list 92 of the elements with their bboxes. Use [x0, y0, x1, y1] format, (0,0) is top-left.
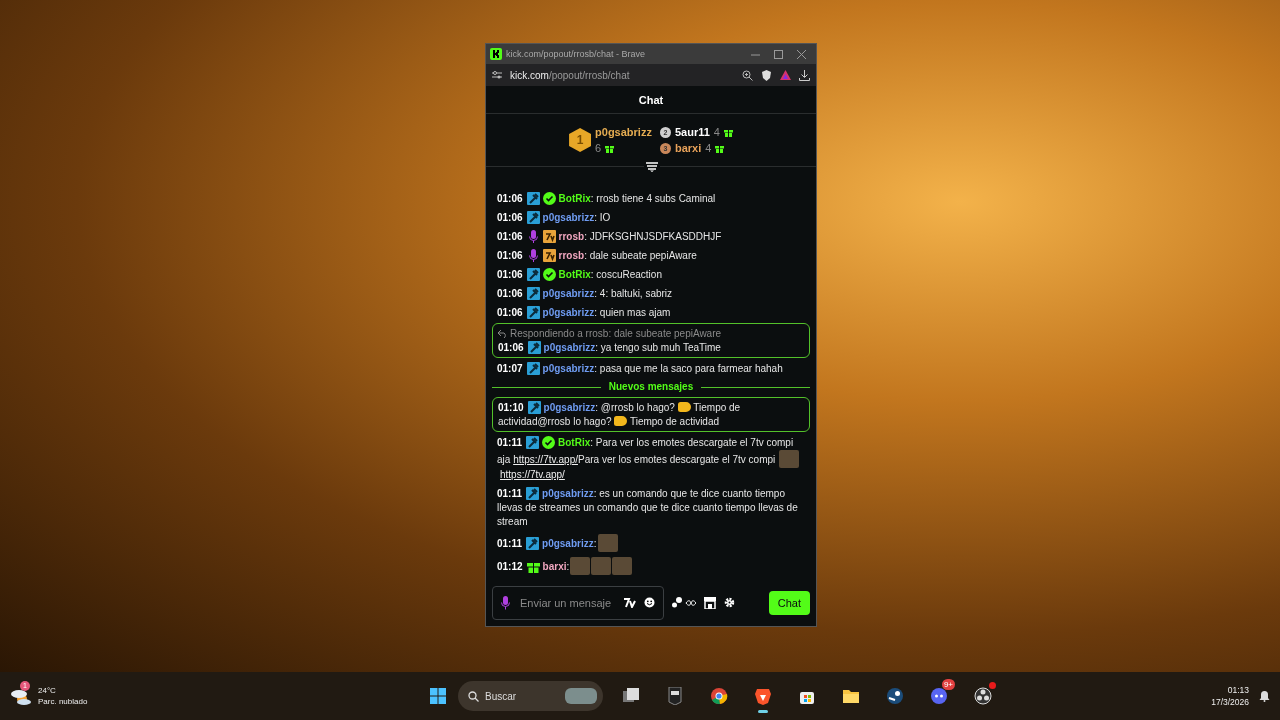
- username[interactable]: barxi: [674, 142, 702, 154]
- notification-badge: 9+: [941, 679, 955, 690]
- chat-message: 01:12 barxi:: [497, 557, 805, 575]
- chat-message: 01:06 p0gsabrizz: IO: [497, 211, 612, 225]
- gift-count: 4: [705, 142, 712, 154]
- moderator-badge-icon: [526, 192, 540, 205]
- chat-message: 01:06 p0gsabrizz: quien mas ajam: [497, 306, 672, 320]
- close-icon[interactable]: [797, 49, 806, 59]
- microphone-badge-icon: [526, 249, 540, 262]
- moderator-badge-icon: [526, 287, 540, 300]
- chat-message: 01:07 p0gsabrizz: pasa que me la saco para farmear hahah: [497, 362, 784, 376]
- emote-image: [570, 557, 591, 575]
- microphone-badge-icon: [526, 230, 540, 243]
- rank-badge: 1: [569, 128, 592, 152]
- smiley-icon[interactable]: [644, 597, 655, 608]
- verified-badge-icon: [542, 436, 556, 449]
- chat-message: 01:06 p0gsabrizz: 4: baltuki, sabriz: [497, 287, 674, 301]
- moderator-badge-icon: [527, 401, 541, 414]
- moderator-badge-icon: [526, 362, 540, 375]
- search-field[interactable]: Buscar: [458, 681, 603, 711]
- k-logo-icon: [490, 48, 502, 60]
- chat-title: Chat: [486, 86, 816, 114]
- emote-image: [597, 534, 618, 552]
- triangle-icon[interactable]: [780, 70, 791, 80]
- gift-count: 4: [713, 126, 720, 138]
- zoom-icon[interactable]: [742, 69, 753, 81]
- weather-condition: Parc. nublado: [38, 696, 88, 707]
- moderator-badge-icon: [526, 306, 540, 319]
- search-highlight-picture: [565, 688, 597, 704]
- folder-icon: [842, 687, 860, 705]
- maximize-icon[interactable]: [774, 49, 783, 59]
- moderator-badge-icon: [526, 268, 540, 281]
- hand-emoji: [614, 416, 628, 426]
- chat-message: 01:11 p0gsabrizz:: [497, 534, 805, 552]
- username[interactable]: p0gsabrizz: [595, 126, 652, 138]
- gift-icon: [605, 143, 615, 153]
- settings-icon[interactable]: [724, 597, 735, 608]
- chat-message: 01:11 p0gsabrizz: es un comando que te dice cuanto tiempo llevas de streames un comando que te dice cuanto tiempo llevas de stream: [497, 487, 799, 529]
- chat-message: 01:06 rrosb: JDFKSGHNJSDFKASDDHJF: [497, 230, 723, 244]
- emote-image: [612, 557, 633, 575]
- gift-icon: [715, 143, 725, 153]
- gamepad-face-icon: [930, 687, 948, 705]
- chat-message: 01:10 p0gsabrizz: @rrosb lo hago? Tiempo de actividad@rrosb lo hago? Tiempo de actividad: [498, 401, 742, 429]
- reply-icon: [498, 330, 507, 338]
- emote-image: [779, 450, 800, 468]
- temperature: 24°C: [38, 685, 57, 696]
- collapse-icon[interactable]: [646, 162, 658, 172]
- verified-badge-icon: [542, 192, 556, 205]
- store-icon[interactable]: [704, 596, 716, 609]
- send-button[interactable]: Chat: [768, 590, 810, 615]
- moderator-badge-icon: [526, 211, 540, 224]
- chat-message: 01:06 rrosb: dale subeate pepiAware: [497, 249, 698, 263]
- search-icon: [468, 690, 479, 702]
- sliders-icon[interactable]: [492, 70, 502, 80]
- moderator-badge-icon: [526, 537, 540, 550]
- hand-emoji: [677, 402, 691, 412]
- new-messages-label: Nuevos mensajes: [608, 380, 694, 394]
- clock-date[interactable]: 17/3/2026: [1211, 696, 1249, 708]
- record-circle-icon: [974, 687, 992, 705]
- link[interactable]: https://7tv.app/: [500, 469, 565, 480]
- moderator-badge-icon: [526, 487, 540, 500]
- steam-icon: [886, 687, 904, 705]
- chrome-icon: [710, 687, 728, 705]
- dots-infinity-icon[interactable]: [672, 596, 696, 609]
- windows-start-icon[interactable]: [430, 688, 446, 704]
- seventv-icon[interactable]: [624, 597, 636, 608]
- message-input[interactable]: Enviar un mensaje: [518, 595, 616, 610]
- reply-preview: Respondiendo a rrosb: dale subeate pepiAware: [510, 327, 722, 341]
- moderator-badge-icon: [527, 341, 541, 354]
- epic-logo-icon: [666, 687, 684, 705]
- emote-image: [591, 557, 612, 575]
- task-view-icon: [622, 687, 640, 705]
- link[interactable]: https://7tv.app/: [513, 454, 578, 465]
- gift-icon: [723, 127, 733, 137]
- verified-badge-icon: [542, 268, 556, 281]
- chat-message: 01:06 p0gsabrizz: ya tengo sub muh TeaTime: [498, 341, 722, 355]
- chat-message: 01:06 BotRix: coscuReaction: [497, 268, 663, 282]
- gift-count: 6: [595, 142, 602, 154]
- search-placeholder: Buscar: [485, 690, 518, 702]
- seventv-badge-icon: [542, 230, 556, 243]
- window-title: kick.com/popout/rrosb/chat - Brave: [506, 49, 647, 59]
- download-icon[interactable]: [799, 69, 810, 81]
- taskbar-app[interactable]: 9+: [923, 679, 955, 713]
- bell-icon[interactable]: [1259, 690, 1270, 702]
- moderator-badge-icon: [526, 436, 540, 449]
- seventv-badge-icon: [542, 249, 556, 262]
- microphone-icon[interactable]: [501, 595, 510, 610]
- clock-time[interactable]: 01:13: [1227, 684, 1249, 696]
- chat-message: 01:06 BotRix: rrosb tiene 4 subs Caminal: [497, 192, 717, 206]
- gift-badge-icon: [526, 560, 540, 573]
- chat-message: 01:11 BotRix: Para ver los emotes descargate el 7tv compi aja https://7tv.app/Para ver los emotes descargate el 7tv compi https://7tv.app/: [497, 436, 805, 482]
- username[interactable]: 5aur11: [674, 126, 710, 138]
